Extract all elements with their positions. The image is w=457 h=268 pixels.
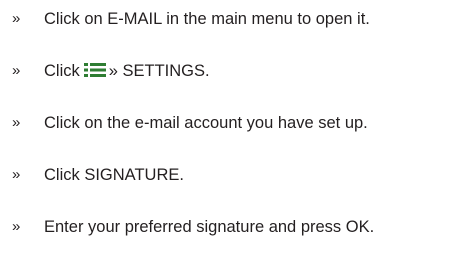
menu-icon xyxy=(83,63,106,77)
bullet-marker: » xyxy=(12,62,21,79)
step-text-after: » SETTINGS. xyxy=(108,62,210,80)
step-text: Click SIGNATURE. xyxy=(44,166,184,184)
step-text: Enter your preferred signature and press… xyxy=(44,218,375,236)
bullet-marker: » xyxy=(12,166,21,183)
bullet-marker: » xyxy=(12,10,21,27)
step-text: Click » SETTINGS. xyxy=(44,60,210,82)
step-text-before: Click xyxy=(44,62,80,80)
bullet-marker: » xyxy=(12,114,21,131)
step-text: Click on the e-mail account you have set… xyxy=(44,114,368,132)
step-text: Click on E-MAIL in the main menu to open… xyxy=(44,10,370,28)
bullet-marker: » xyxy=(12,218,21,235)
